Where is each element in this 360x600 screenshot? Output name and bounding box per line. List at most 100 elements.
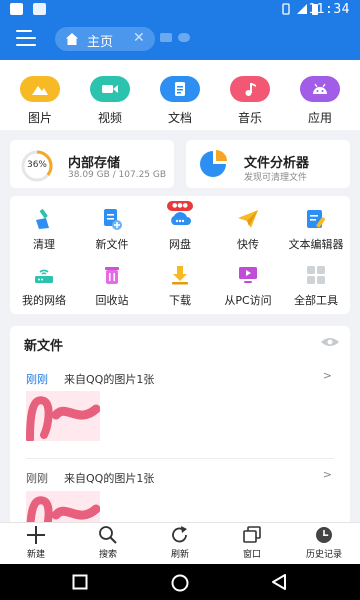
- tool-pc-access[interactable]: 从PC访问: [214, 264, 282, 308]
- divider: [26, 458, 334, 459]
- new-files-title: 新文件: [24, 339, 64, 354]
- download-icon: [169, 264, 191, 286]
- cloud-drive-badge: ●●●: [167, 201, 193, 211]
- qq-notification-icon: [10, 3, 23, 15]
- storage-percent: 36%: [26, 160, 47, 170]
- tool-label: 快传: [237, 238, 259, 251]
- tool-label: 文本编辑器: [288, 238, 344, 251]
- chevron-right-icon[interactable]: >: [323, 369, 332, 382]
- toolbar-label: 搜索: [98, 550, 117, 560]
- storage-title: 内部存储: [68, 156, 121, 171]
- category-label: 视频: [97, 111, 122, 125]
- new-file-icon: [101, 208, 123, 230]
- signal-icon: [297, 4, 307, 14]
- category-apps[interactable]: 应用: [290, 76, 350, 126]
- trash-icon: [101, 264, 123, 286]
- toolbar-history[interactable]: 历史记录: [294, 526, 354, 560]
- vibrate-icon: [282, 3, 290, 15]
- home-icon: [66, 33, 78, 45]
- analyzer-title: 文件分析器: [244, 156, 310, 171]
- toolbar-refresh[interactable]: 刷新: [150, 526, 210, 560]
- system-navigation-bar: [0, 564, 360, 600]
- plus-icon: [26, 526, 46, 544]
- pie-chart-icon: [200, 150, 227, 177]
- image-thumbnail[interactable]: [26, 391, 100, 441]
- app-icon: [300, 76, 340, 102]
- document-icon: [160, 76, 200, 102]
- tab-home[interactable]: 主页 ✕: [55, 27, 155, 51]
- broom-icon: [33, 208, 55, 230]
- history-icon: [314, 526, 334, 544]
- tool-clean[interactable]: 清理: [10, 208, 78, 252]
- back-icon[interactable]: [271, 574, 287, 590]
- toolbar-label: 新建: [26, 550, 45, 560]
- menu-icon[interactable]: [16, 30, 38, 48]
- internal-storage-card[interactable]: 36% 内部存储 38.09 GB / 107.25 GB: [10, 140, 174, 188]
- image-notification-icon: [33, 3, 46, 15]
- tools-grid: 清理 新文件 网盘 快传 文本编辑器 我的网络 回收站 下载 从PC访问 全部工…: [10, 196, 350, 314]
- category-row: 图片 视频 文档 音乐 应用: [0, 60, 360, 130]
- toolbar-label: 窗口: [242, 550, 261, 560]
- tool-all-tools[interactable]: 全部工具: [282, 264, 350, 308]
- tool-new-file[interactable]: 新文件: [78, 208, 146, 252]
- category-documents[interactable]: 文档: [150, 76, 210, 126]
- toolbar-windows[interactable]: 窗口: [222, 526, 282, 560]
- home-button-icon[interactable]: [171, 574, 189, 592]
- music-icon: [230, 76, 270, 102]
- tool-text-editor[interactable]: 文本编辑器: [282, 208, 350, 252]
- close-tab-icon[interactable]: ✕: [133, 30, 145, 46]
- category-label: 应用: [307, 111, 332, 125]
- category-videos[interactable]: 视频: [80, 76, 140, 126]
- tool-label: 回收站: [95, 294, 129, 307]
- tool-cloud-drive[interactable]: 网盘: [146, 208, 214, 252]
- tool-label: 全部工具: [294, 294, 338, 307]
- recent-apps-icon[interactable]: [72, 574, 88, 590]
- chevron-right-icon[interactable]: >: [323, 468, 332, 481]
- tool-my-network[interactable]: 我的网络: [10, 264, 78, 308]
- storage-usage: 38.09 GB / 107.25 GB: [68, 170, 167, 180]
- tool-recycle-bin[interactable]: 回收站: [78, 264, 146, 308]
- tool-label: 我的网络: [22, 294, 66, 307]
- status-time: 11:34: [308, 2, 350, 17]
- search-icon: [98, 526, 118, 544]
- window-icon[interactable]: [160, 33, 172, 42]
- grid-icon: [305, 264, 327, 286]
- category-label: 音乐: [237, 111, 262, 125]
- app-header: 11:34 主页 ✕: [0, 0, 360, 60]
- windows-icon: [242, 526, 262, 544]
- toolbar-new[interactable]: 新建: [6, 526, 66, 560]
- tool-label: 网盘: [169, 238, 191, 251]
- file-analyzer-card[interactable]: 文件分析器 发现可清理文件: [186, 140, 350, 188]
- entry-description[interactable]: 来自QQ的图片1张: [64, 470, 154, 486]
- category-label: 文档: [167, 111, 192, 125]
- entry-description[interactable]: 来自QQ的图片1张: [64, 371, 154, 387]
- video-icon: [90, 76, 130, 102]
- tab-home-label: 主页: [87, 35, 114, 50]
- category-label: 图片: [27, 111, 52, 125]
- status-bar: 11:34: [0, 0, 360, 20]
- toolbar-search[interactable]: 搜索: [78, 526, 138, 560]
- image-icon: [20, 76, 60, 102]
- toolbar-label: 历史记录: [305, 550, 342, 560]
- pc-icon: [237, 264, 259, 286]
- router-icon: [33, 264, 55, 286]
- category-images[interactable]: 图片: [10, 76, 70, 126]
- tool-download[interactable]: 下载: [146, 264, 214, 308]
- new-files-section: 新文件 刚刚 来自QQ的图片1张 > 刚刚 来自QQ的图片1张 >: [10, 326, 350, 536]
- tool-label: 从PC访问: [224, 294, 272, 307]
- cloud-drive-icon: [169, 208, 191, 230]
- analyzer-subtitle: 发现可清理文件: [244, 173, 308, 183]
- tool-quick-transfer[interactable]: 快传: [214, 208, 282, 252]
- entry-time: 刚刚: [26, 472, 48, 485]
- paper-plane-icon: [237, 208, 259, 230]
- category-music[interactable]: 音乐: [220, 76, 280, 126]
- tool-label: 清理: [33, 238, 55, 251]
- tool-label: 下载: [169, 294, 191, 307]
- bottom-toolbar: 新建 搜索 刷新 窗口 历史记录: [0, 522, 360, 564]
- cloud-icon[interactable]: [178, 33, 190, 42]
- eye-icon[interactable]: [320, 336, 340, 348]
- entry-time: 刚刚: [26, 373, 48, 386]
- refresh-icon: [170, 526, 190, 544]
- text-editor-icon: [305, 208, 327, 230]
- toolbar-label: 刷新: [170, 550, 189, 560]
